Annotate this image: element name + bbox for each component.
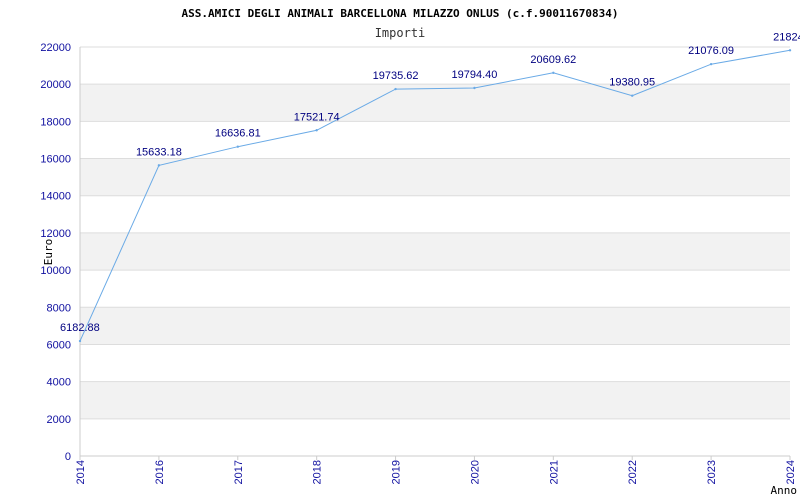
data-label: 21824. — [773, 31, 800, 43]
y-tick-label: 6000 — [47, 339, 71, 351]
y-tick-label: 8000 — [47, 302, 71, 314]
data-label: 19735.62 — [373, 70, 419, 82]
x-tick-label: 2024 — [785, 460, 797, 484]
y-tick-label: 22000 — [40, 42, 71, 54]
grid-band — [80, 381, 790, 419]
y-tick-label: 20000 — [40, 79, 71, 91]
x-tick-label: 2019 — [391, 460, 403, 484]
grid-bands — [80, 84, 790, 419]
x-tick-label: 2016 — [154, 460, 166, 484]
y-tick-label: 2000 — [47, 414, 71, 426]
grid-band — [80, 232, 790, 271]
data-point — [709, 62, 713, 66]
x-tick-label: 2023 — [706, 460, 718, 484]
data-point — [394, 87, 397, 91]
y-tick-label: 14000 — [40, 191, 71, 203]
grid-band — [80, 84, 790, 122]
data-point — [157, 164, 161, 167]
data-point — [473, 86, 476, 90]
chart-title: ASS.AMICI DEGLI ANIMALI BARCELLONA MILAZ… — [181, 7, 618, 20]
y-tick-label: 16000 — [40, 154, 71, 166]
data-label: 15633.18 — [136, 146, 182, 158]
data-point — [315, 129, 318, 132]
x-tick-label: 2020 — [469, 460, 481, 484]
data-label: 6182.88 — [60, 322, 100, 334]
x-tick-label: 2017 — [233, 460, 245, 484]
data-label: 17521.74 — [294, 111, 340, 123]
data-label: 19380.95 — [609, 77, 655, 89]
grid-band — [80, 158, 790, 196]
x-tick-label: 2022 — [627, 460, 639, 484]
data-label: 19794.40 — [451, 69, 497, 81]
data-label: 16636.81 — [215, 128, 261, 140]
data-point — [78, 339, 82, 343]
data-label: 20609.62 — [530, 54, 576, 66]
data-point — [552, 71, 555, 75]
grid-band — [80, 307, 790, 345]
y-tick-label: 4000 — [47, 377, 71, 389]
y-tick-label: 10000 — [40, 265, 71, 277]
x-tick-label: 2018 — [312, 460, 324, 484]
data-label: 21076.09 — [688, 45, 734, 57]
y-tick-label: 12000 — [40, 228, 71, 240]
data-point — [236, 145, 239, 148]
chart-subtitle: Importi — [375, 26, 426, 40]
x-tick-labels: 2014 2016 2017 2018 2019 2020 2021 2022 2023 2024 — [75, 456, 797, 484]
y-tick-label: 0 — [65, 451, 71, 463]
x-tick-label: 2021 — [548, 460, 560, 484]
line-chart: ASS.AMICI DEGLI ANIMALI BARCELLONA MILAZ… — [40, 7, 800, 497]
x-tick-label: 2014 — [75, 460, 87, 484]
y-tick-label: 18000 — [40, 116, 71, 128]
data-point — [631, 94, 634, 97]
data-point — [788, 49, 792, 52]
y-axis-label: Euro — [42, 239, 55, 266]
x-axis-label: Anno — [771, 484, 798, 497]
